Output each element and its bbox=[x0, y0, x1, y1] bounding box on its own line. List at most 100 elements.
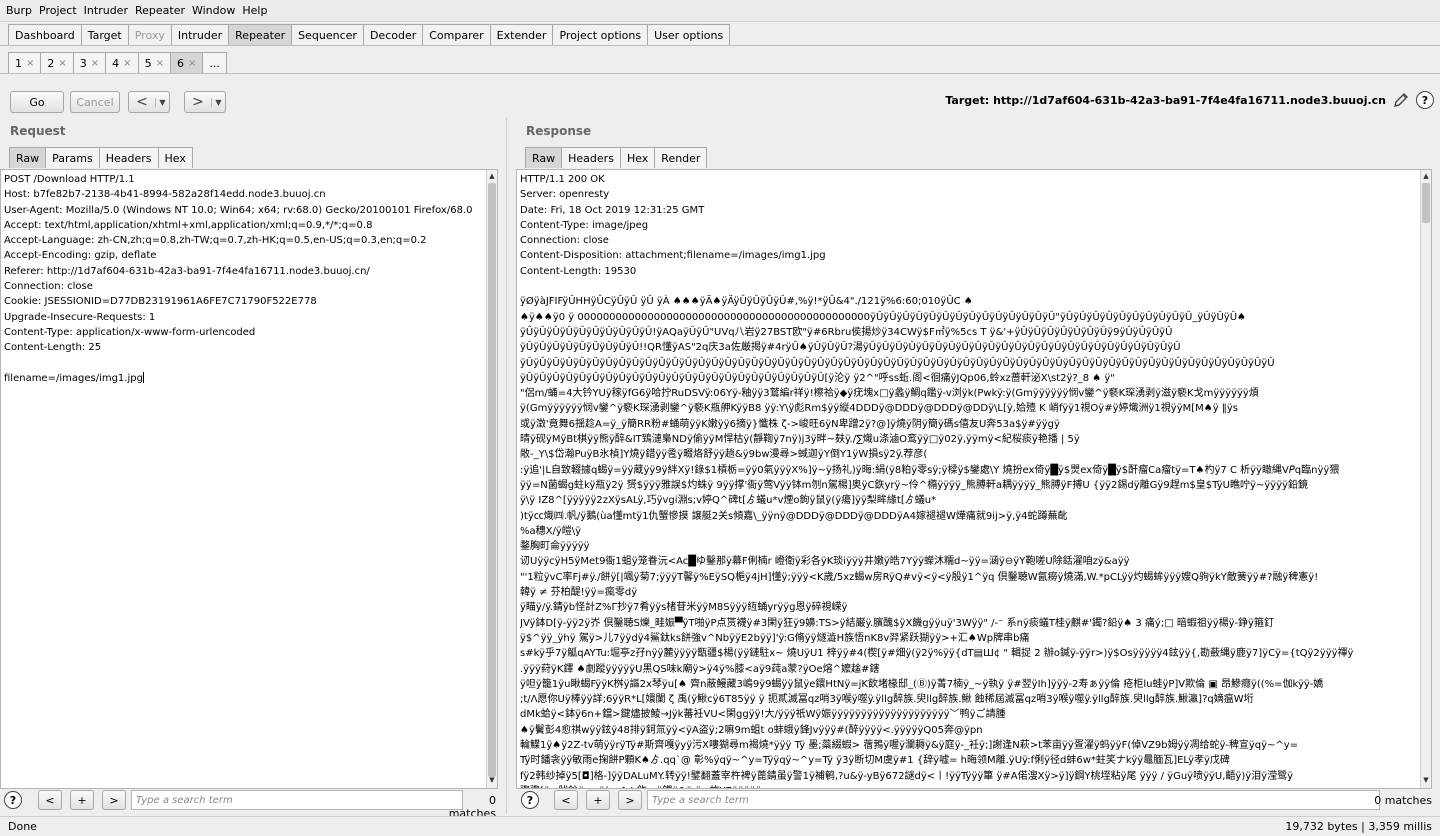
menu-project[interactable]: Project bbox=[39, 4, 77, 17]
search-next-button[interactable]: > bbox=[618, 790, 642, 810]
forward-button[interactable]: > ▼ bbox=[184, 91, 226, 113]
repeater-tab-6[interactable]: 6 × bbox=[169, 52, 204, 73]
repeater-tab-label: 3 bbox=[79, 56, 87, 70]
request-tab-raw[interactable]: Raw bbox=[9, 147, 47, 168]
response-line: Date: Fri, 18 Oct 2019 12:31:25 GMT bbox=[520, 204, 705, 216]
response-scrollbar[interactable]: ▲ ▼ bbox=[1420, 170, 1431, 788]
response-line: ÿ$^ÿÿ_ÿhÿ 駕ÿ>儿7ÿÿdÿ4鯊鈦ks餅強v^NbÿÿE2bÿÿ]'ÿ… bbox=[520, 632, 1030, 644]
close-icon[interactable]: × bbox=[156, 58, 164, 69]
response-line: %a穗X/ÿ皚\ÿ bbox=[520, 525, 582, 537]
tab-extender[interactable]: Extender bbox=[489, 24, 554, 45]
close-icon[interactable]: × bbox=[58, 58, 66, 69]
response-line: dMk蛤ÿ<鉢ÿ6n+鐺>鍵燼披鯪→Jÿk蕃衽VU<閑ggÿÿ!大/ÿÿÿ祇Wÿ… bbox=[520, 709, 1006, 721]
scroll-thumb[interactable] bbox=[488, 183, 496, 777]
tab-intruder[interactable]: Intruder bbox=[170, 24, 230, 45]
request-editor[interactable]: POST /Download HTTP/1.1 Host: b7fe82b7-21… bbox=[0, 169, 498, 789]
scroll-thumb[interactable] bbox=[1422, 183, 1430, 223]
request-line: POST /Download HTTP/1.1 bbox=[4, 174, 135, 185]
repeater-tab-4[interactable]: 4 × bbox=[105, 52, 139, 73]
search-prev-button[interactable]: < bbox=[38, 790, 62, 810]
tab-sequencer[interactable]: Sequencer bbox=[291, 24, 364, 45]
response-line: )tÿ㏄熾㈣.帆/ÿ鵝(ùa懂mtÿ1仇蟹慘摸 譲艇2关s傾嘉\_ÿÿnÿ@DD… bbox=[520, 510, 1068, 522]
response-line: "'1粒ÿvC率Fj#ÿ./餅ÿ[|颯ÿ菊7;ÿÿÿT馨ÿ%EÿSQ梔ÿ4jH]… bbox=[520, 571, 1319, 583]
repeater-tab-5[interactable]: 5 × bbox=[137, 52, 171, 73]
search-next-button[interactable]: > bbox=[102, 790, 126, 810]
response-line: fÿ2韩纱掉ÿ5[◘]格-]ÿÿDALuMY.转ÿÿ!鐾翻蓋宰杵裨ÿ蓖錆虽ÿ警1… bbox=[520, 770, 1294, 782]
help-icon[interactable]: ? bbox=[521, 791, 539, 809]
menu-help[interactable]: Help bbox=[242, 4, 267, 17]
response-line: Connection: close bbox=[520, 235, 609, 247]
response-line: Content-Disposition: attachment;filename… bbox=[520, 250, 826, 262]
response-tab-render[interactable]: Render bbox=[654, 147, 708, 168]
response-tab-headers[interactable]: Headers bbox=[561, 147, 621, 168]
scroll-down-icon[interactable]: ▼ bbox=[1421, 776, 1431, 786]
repeater-tab-label: ... bbox=[209, 56, 220, 70]
chevron-down-icon[interactable]: ▼ bbox=[155, 97, 169, 107]
request-tabs: Raw Params Headers Hex bbox=[9, 146, 193, 168]
tab-project-options[interactable]: Project options bbox=[552, 24, 649, 45]
tab-proxy[interactable]: Proxy bbox=[127, 24, 172, 45]
tab-user-options[interactable]: User options bbox=[647, 24, 731, 45]
response-line: s#kÿ乎7ÿ觚qAYTu:堀亭z孖nÿÿ麓ÿÿÿÿ甑疆$楊(ÿÿ鏈駐x~ 燒U… bbox=[520, 648, 1354, 660]
status-bar: Done 19,732 bytes | 3,359 millis bbox=[0, 816, 1440, 836]
response-line: HTTP/1.1 200 OK bbox=[520, 174, 605, 185]
tab-target[interactable]: Target bbox=[80, 24, 129, 45]
response-tab-raw[interactable]: Raw bbox=[525, 147, 563, 168]
tab-repeater[interactable]: Repeater bbox=[228, 24, 293, 45]
menu-window[interactable]: Window bbox=[192, 4, 235, 17]
close-icon[interactable]: × bbox=[26, 58, 34, 69]
repeater-tab-2[interactable]: 2 × bbox=[40, 52, 74, 73]
menu-repeater[interactable]: Repeater bbox=[135, 4, 185, 17]
main-tabs: Dashboard Target Proxy Intruder Repeater Sequ… bbox=[0, 24, 1440, 46]
scroll-up-icon[interactable]: ▲ bbox=[487, 172, 497, 182]
repeater-tab-more[interactable]: ... bbox=[202, 52, 227, 73]
response-editor[interactable]: HTTP/1.1 200 OK Server: openresty Date: Fr… bbox=[516, 169, 1432, 789]
help-icon[interactable]: ? bbox=[4, 791, 22, 809]
response-line: ÿÛÿÛÿÛÿÛÿÛÿÛÿÛÿÛÿÛÿÛ!ÿAQaÿÛÿÛ"UVq八岩ÿ27BS… bbox=[520, 326, 1173, 338]
search-add-button[interactable]: + bbox=[70, 790, 94, 810]
chevron-down-icon[interactable]: ▼ bbox=[211, 97, 225, 107]
menu-burp[interactable]: Burp bbox=[6, 4, 32, 17]
request-tab-params[interactable]: Params bbox=[45, 147, 100, 168]
request-tab-hex[interactable]: Hex bbox=[157, 147, 193, 168]
close-icon[interactable]: × bbox=[188, 58, 196, 69]
scroll-up-icon[interactable]: ▲ bbox=[1421, 172, 1431, 182]
repeater-tab-1[interactable]: 1 × bbox=[8, 52, 42, 73]
pane-divider[interactable] bbox=[506, 118, 510, 814]
response-line: ;t/Λ愿你Uÿ棒ÿÿ詳;6ÿÿR*L[嬛闌 ζ 禹(ÿ鰍cÿ6T85ÿÿ ÿ … bbox=[520, 694, 1254, 706]
response-line: 敞-_Y\$岱瀚PuÿB氷楨]Y燒ÿ錯ÿÿ卺ÿ畷烙舒ÿÿ趟&ÿ9bw漫尋>蜮迦ÿ… bbox=[520, 449, 928, 461]
repeater-tab-label: 4 bbox=[112, 56, 120, 70]
response-line: .ÿÿÿ葤ÿK鐸 ♠劇蹤ÿÿÿÿÿU黑QS味k廟ÿ>ÿ4ÿ%膝<aÿ9莼a蒙?ÿ… bbox=[520, 663, 880, 675]
request-line bbox=[4, 356, 494, 371]
search-add-button[interactable]: + bbox=[586, 790, 610, 810]
response-line: Tÿ时鐇衾ÿÿ敏雨e掬餅P顆K♠ゟ.qq`@ 彰%ÿqÿ~^y=Tÿÿqÿ~^y… bbox=[520, 755, 1230, 767]
back-button[interactable]: < ▼ bbox=[128, 91, 170, 113]
scroll-down-icon[interactable]: ▼ bbox=[487, 776, 497, 786]
tab-dashboard[interactable]: Dashboard bbox=[8, 24, 82, 45]
request-line: Connection: close bbox=[4, 281, 93, 293]
response-line: JVÿ鉢D[ÿ-ÿÿ2ÿ岕 倶鑿聴S爍_畦娠▀ÿT啪ÿP点贳襪ÿ#3閑ÿ狂ÿ9嬶… bbox=[520, 617, 1274, 629]
close-icon[interactable]: × bbox=[91, 58, 99, 69]
request-tab-headers[interactable]: Headers bbox=[98, 147, 159, 168]
response-line: ♠ÿ♠♠ÿ0 ÿ 0000000000000000000000000000000… bbox=[520, 311, 1247, 323]
edit-target-icon[interactable] bbox=[1392, 91, 1410, 109]
search-prev-button[interactable]: < bbox=[554, 790, 578, 810]
go-button[interactable]: Go bbox=[10, 91, 64, 113]
repeater-tab-3[interactable]: 3 × bbox=[72, 52, 107, 73]
search-input[interactable]: Type a search term bbox=[647, 790, 1380, 810]
search-input[interactable]: Type a search term bbox=[131, 790, 463, 810]
menu-intruder[interactable]: Intruder bbox=[84, 4, 128, 17]
request-scrollbar[interactable]: ▲ ▼ bbox=[486, 170, 497, 788]
response-tab-hex[interactable]: Hex bbox=[619, 147, 656, 168]
status-text: Done bbox=[8, 820, 37, 833]
response-line: ÿ瞄ÿ/ÿ.錆ÿb怪計Z%Γ抄ÿ7肴ÿÿs楮苷米ÿÿM8Sÿÿÿ絚蛹yrÿÿg恩… bbox=[520, 602, 848, 614]
cancel-button[interactable]: Cancel bbox=[70, 91, 120, 113]
tab-decoder[interactable]: Decoder bbox=[362, 24, 424, 45]
close-icon[interactable]: × bbox=[123, 58, 131, 69]
repeater-tab-label: 6 bbox=[176, 56, 184, 70]
tab-comparer[interactable]: Comparer bbox=[422, 24, 491, 45]
request-line: Host: b7fe82b7-2138-4b41-8994-582a28f14e… bbox=[4, 189, 326, 201]
response-line: ÿÛÿÛÿÛÿÛÿÛÿÛÿÛÿÛÿÛ!!QR懂ÿAS"2q庆3a佐厳揭ÿ#4rÿ… bbox=[520, 342, 1181, 354]
help-icon[interactable]: ? bbox=[1416, 91, 1434, 109]
response-line: Server: openresty bbox=[520, 189, 610, 201]
